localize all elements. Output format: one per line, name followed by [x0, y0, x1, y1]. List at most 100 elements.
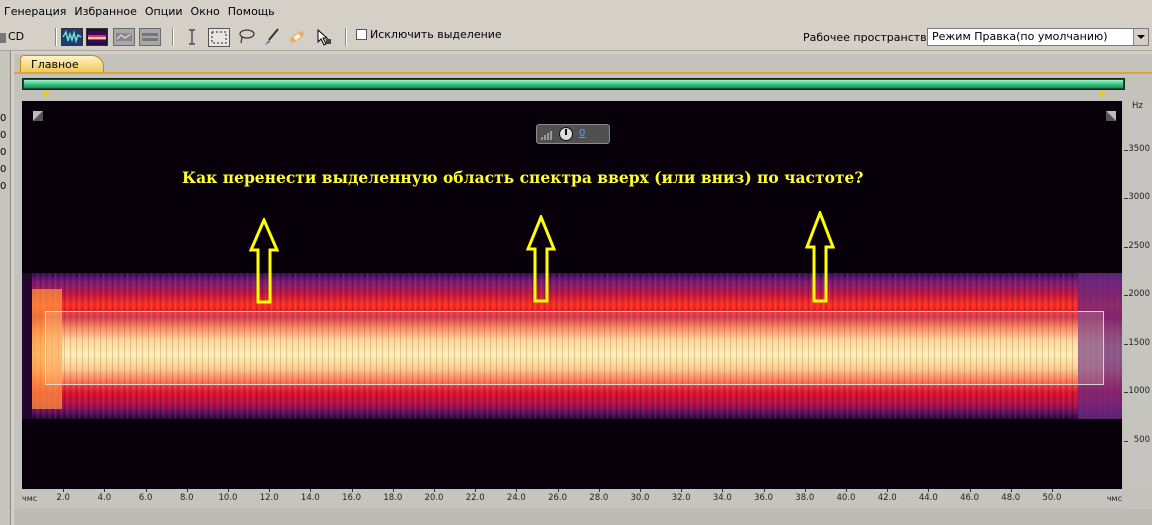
waveform-icon	[62, 30, 82, 44]
left-panel-label: 0	[0, 164, 7, 175]
time-tick-mark	[598, 489, 600, 492]
time-selection-tool-icon[interactable]	[186, 27, 198, 47]
frequency-unit: Hz	[1132, 101, 1143, 111]
lasso-tool-icon[interactable]	[236, 27, 256, 47]
time-tick-mark	[845, 489, 847, 492]
menu-item[interactable]: Избранное	[70, 0, 140, 24]
time-tick-label: 38.0	[795, 493, 815, 503]
time-tick-mark	[433, 489, 435, 492]
frequency-tick-label: 1500	[1128, 337, 1150, 348]
level-bars-icon	[541, 131, 552, 140]
multitrack-view-button[interactable]	[139, 28, 161, 46]
waveform-view-button[interactable]	[61, 28, 83, 46]
pointer-tool-icon[interactable]	[314, 27, 334, 47]
spectral-pitch-view-button[interactable]	[113, 28, 135, 46]
menu-item[interactable]: Опции	[141, 0, 187, 24]
range-end-marker[interactable]	[1098, 91, 1106, 97]
marquee-selection[interactable]	[45, 311, 1104, 385]
workspace-value: Режим Правка(по умолчанию)	[932, 30, 1108, 43]
horizontal-scrollbar[interactable]	[14, 509, 1152, 525]
frequency-tick-label: 1000	[1128, 386, 1150, 396]
spectral-view-button[interactable]	[86, 28, 108, 46]
chevron-down-icon[interactable]	[1133, 29, 1148, 45]
exclude-selection-label: Исключить выделение	[370, 28, 502, 41]
time-tick-label: 10.0	[218, 493, 238, 503]
time-tick-label: 42.0	[877, 493, 897, 503]
time-tick-mark	[557, 489, 559, 492]
time-tick-label: 4.0	[97, 493, 112, 503]
time-tick-label: 22.0	[465, 493, 485, 503]
frequency-tick-label: 2500	[1128, 240, 1150, 251]
time-ruler[interactable]: чмс чмс 2.0 4.0 6.0 8.0 10.0 12.0 14.0 16.0 18.0…	[22, 489, 1122, 507]
overview-visible-range[interactable]	[24, 80, 1123, 88]
time-tick-mark	[269, 489, 271, 492]
time-tick-mark	[310, 489, 312, 492]
volume-knob-icon[interactable]	[559, 127, 573, 141]
hud-value[interactable]: 0	[579, 128, 585, 139]
menu-item[interactable]: Генерация	[0, 0, 70, 24]
time-tick-label: 20.0	[424, 493, 444, 503]
time-tick-label: 8.0	[180, 493, 194, 503]
menu-item[interactable]: Окно	[187, 0, 224, 24]
exclude-selection-checkbox[interactable]	[356, 29, 367, 40]
brush-tool-icon[interactable]	[262, 27, 282, 47]
time-tick-label: 44.0	[918, 493, 938, 503]
time-tick-mark	[227, 489, 229, 492]
time-tick-mark	[1051, 489, 1053, 492]
time-tick-label: 30.0	[630, 493, 650, 503]
marquee-tool-button[interactable]	[208, 28, 230, 47]
annotation-question: Как перенести выделенную область спектра…	[182, 168, 864, 187]
corner-handle-icon[interactable]	[1106, 111, 1116, 121]
toolbar-separator	[172, 28, 174, 46]
exclude-selection-checkbox-row[interactable]: Исключить выделение	[356, 28, 502, 41]
time-tick-label: 14.0	[300, 493, 320, 503]
left-panel-label: 0	[0, 147, 7, 158]
tab-main[interactable]: Главное	[20, 55, 104, 72]
time-tick-mark	[681, 489, 683, 492]
time-tick-label: 36.0	[754, 493, 774, 503]
document-panel: Главное 0 Как перенести выделенную облас…	[14, 54, 1152, 525]
time-tick-label: 2.0	[56, 493, 70, 503]
time-tick-mark	[969, 489, 971, 492]
corner-handle-icon[interactable]	[33, 111, 43, 121]
time-tick-label: 26.0	[548, 493, 568, 503]
time-tick-mark	[145, 489, 147, 492]
time-tick-mark	[392, 489, 394, 492]
time-tick-mark	[186, 489, 188, 492]
frequency-tick-label: 3500	[1128, 143, 1150, 154]
left-panel: 0 0 0 0 0	[0, 51, 11, 525]
time-tick-label: 18.0	[383, 493, 403, 503]
up-arrow-icon	[249, 218, 279, 304]
time-tick-mark	[1010, 489, 1012, 492]
time-tick-mark	[351, 489, 353, 492]
toolbar-separator	[345, 28, 347, 46]
time-tick-mark	[722, 489, 724, 492]
multitrack-icon	[142, 33, 158, 41]
left-panel-label: 0	[0, 113, 7, 124]
spot-healing-tool-icon[interactable]	[286, 27, 308, 47]
time-tick-mark	[639, 489, 641, 492]
workspace-dropdown[interactable]: Режим Правка(по умолчанию)	[927, 28, 1149, 46]
time-tick-mark	[475, 489, 477, 492]
time-tick-label: 12.0	[259, 493, 279, 503]
time-tick-label: 32.0	[671, 493, 691, 503]
workspace-label: Рабочее пространство:	[803, 31, 938, 44]
frequency-axis: Hz 3500 3000 2500 2000 1500 1000 500	[1124, 101, 1152, 489]
time-tick-mark	[804, 489, 806, 492]
toolbar-separator	[55, 28, 57, 46]
overview-scrollbar[interactable]	[22, 78, 1125, 90]
time-tick-label: 40.0	[836, 493, 856, 503]
disc-icon	[0, 33, 6, 43]
cd-label: CD	[8, 30, 25, 43]
left-panel-label: 0	[0, 181, 7, 192]
marquee-selection-icon	[211, 31, 227, 44]
range-start-marker[interactable]	[42, 91, 50, 97]
toolbar: CD Исключить выделение Рабочее пространс…	[0, 24, 1152, 51]
spectral-display[interactable]: 0 Как перенести выделенную область спект…	[22, 101, 1122, 489]
time-tick-label: 16.0	[342, 493, 362, 503]
frequency-tick-label: 500	[1133, 434, 1150, 445]
time-tick-mark	[516, 489, 518, 492]
menu-item[interactable]: Помощь	[224, 0, 279, 24]
tab-underline	[14, 72, 1152, 74]
hud-amplitude-control[interactable]: 0	[536, 124, 610, 144]
